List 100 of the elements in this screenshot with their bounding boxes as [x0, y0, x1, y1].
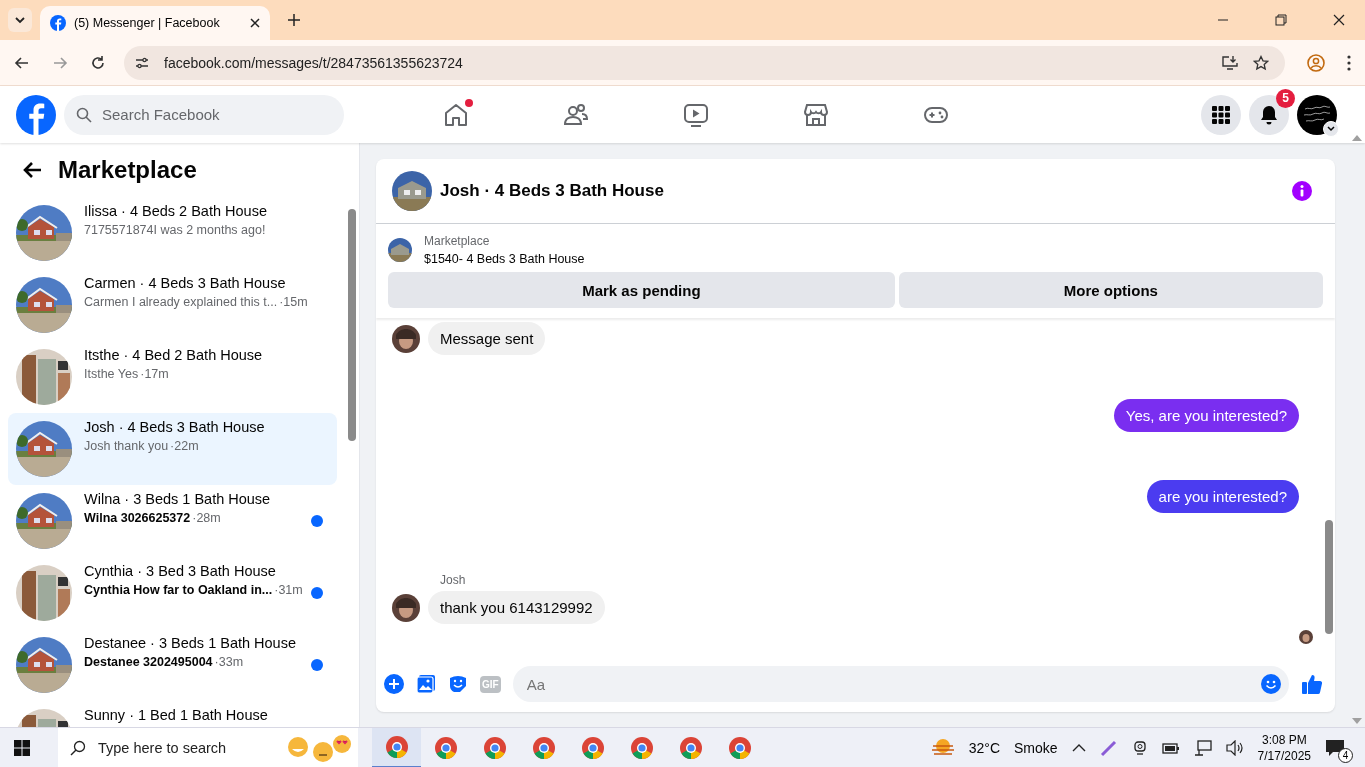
listing-action-button[interactable]: More options	[898, 272, 1323, 308]
windows-start-icon[interactable]	[14, 739, 30, 756]
restore-icon[interactable]	[1275, 14, 1287, 26]
message-time: ·28m	[192, 511, 221, 525]
tab-title: (5) Messenger | Facebook	[74, 16, 221, 30]
message-time: ·15m	[279, 295, 308, 309]
chat-title: Josh · 4 Beds 3 Bath House	[440, 181, 664, 201]
conversation-title: Cynthia · 3 Bed 3 Bath House	[84, 563, 277, 579]
message-preview: 7175571874I was 2 months ago!	[84, 223, 266, 237]
message-time: ·31m	[274, 583, 303, 597]
notification-badge: 5	[1276, 88, 1295, 108]
conversation-item[interactable]: Itsthe · 4 Bed 2 Bath House Itsthe Yes ·17m	[8, 341, 337, 413]
weather-icon	[930, 737, 955, 758]
caret-icon	[14, 14, 26, 26]
people-icon	[563, 101, 589, 128]
home-icon	[443, 101, 469, 128]
message-time: ·17m	[140, 367, 169, 381]
speaker-icon[interactable]	[1225, 739, 1244, 756]
close-icon[interactable]	[250, 18, 260, 28]
message-bubble: thank you 6143129992	[428, 591, 605, 624]
sticker-icon[interactable]	[448, 674, 468, 694]
message-preview: Cynthia How far to Oakland in...	[84, 583, 273, 597]
grid-icon	[1211, 104, 1231, 125]
network-icon[interactable]	[1193, 739, 1212, 756]
bell-icon	[1259, 104, 1279, 125]
back-icon[interactable]	[22, 161, 42, 179]
listing-action-button[interactable]: Mark as pending	[388, 272, 895, 308]
info-icon[interactable]	[1291, 180, 1313, 202]
facebook-icon	[50, 15, 66, 31]
message-bubble: Yes, are you interested?	[1113, 399, 1299, 432]
message-bubble: are you interested?	[1146, 480, 1299, 513]
chevron-up-icon[interactable]	[1071, 742, 1086, 753]
battery-icon[interactable]	[1161, 740, 1180, 755]
close-icon[interactable]	[1333, 14, 1345, 26]
thumbs-up-icon[interactable]	[1301, 673, 1323, 695]
listing-name: $1540- 4 Beds 3 Bath House	[424, 252, 585, 266]
conversation-title: Itsthe · 4 Bed 2 Bath House	[84, 347, 264, 363]
conversation-title: Carmen · 4 Beds 3 Bath House	[84, 275, 287, 291]
weather-temperature: 32°C	[968, 739, 1001, 756]
menu-icon[interactable]	[1347, 54, 1351, 71]
menu-button[interactable]	[1201, 94, 1241, 135]
forward-icon[interactable]	[52, 54, 68, 71]
avatar-drawing	[1297, 94, 1337, 135]
date-text: 7/17/2025	[1257, 748, 1311, 763]
notification-center-button[interactable]: 4	[1325, 732, 1351, 763]
conversation-title: Destanee · 3 Beds 1 Bath House	[84, 635, 297, 651]
clock[interactable]: 3:08 PM 7/17/2025	[1257, 732, 1311, 763]
new-tab-icon[interactable]	[288, 14, 300, 26]
pen-icon[interactable]	[1099, 738, 1118, 757]
back-icon[interactable]	[14, 54, 30, 71]
image-icon[interactable]	[416, 674, 436, 694]
sender-name: Josh	[440, 573, 467, 587]
message-preview: Wilna 3026625372	[84, 511, 191, 525]
conversation-item[interactable]: Ilissa · 4 Beds 2 Bath House 7175571874I was 2 months ago!	[8, 197, 337, 269]
unread-dot	[311, 515, 323, 527]
message-bubble: Message sent	[428, 322, 546, 355]
conversation-item[interactable]: Josh · 4 Beds 3 Bath House Josh thank you ·22m	[8, 413, 337, 485]
account-button[interactable]	[1297, 94, 1337, 135]
message-preview: Josh thank you	[84, 439, 169, 453]
sidebar-title: Marketplace	[58, 156, 197, 184]
star-icon[interactable]	[1253, 54, 1269, 71]
weather-condition: Smoke	[1014, 739, 1058, 756]
message-time: ·22m	[170, 439, 199, 453]
listing-label: Marketplace	[424, 234, 491, 248]
browser-tab[interactable]: (5) Messenger | Facebook	[40, 6, 270, 40]
notifications-button[interactable]	[1249, 94, 1289, 135]
profile-icon[interactable]	[1307, 53, 1325, 72]
message-preview: Destanee 3202495004	[84, 655, 213, 669]
unread-dot	[311, 659, 323, 671]
search-box[interactable]: Search Facebook	[64, 94, 344, 135]
address-field[interactable]: facebook.com/messages/t/28473561355623724	[124, 45, 1285, 80]
camera-icon[interactable]	[1131, 739, 1148, 756]
conversation-item[interactable]: Wilna · 3 Beds 1 Bath House Wilna 3026625372 ·28m	[8, 485, 337, 557]
emoji-icon[interactable]	[1261, 674, 1281, 694]
conversation-title: Ilissa · 4 Beds 2 Bath House	[84, 203, 268, 219]
message-time: ·33m	[214, 655, 244, 669]
conversation-title: Wilna · 3 Beds 1 Bath House	[84, 491, 272, 507]
taskbar-search-field[interactable]: Type here to search	[96, 726, 276, 767]
install-icon[interactable]	[1221, 54, 1239, 71]
conversation-item[interactable]: Carmen · 4 Beds 3 Bath House Carmen I already explained this t... ·15m	[8, 269, 337, 341]
search-icon	[70, 739, 86, 756]
emoji-drawing	[286, 732, 352, 763]
search-icon	[76, 106, 92, 123]
reload-icon[interactable]	[90, 54, 106, 71]
scroll-up-icon[interactable]	[1352, 135, 1362, 141]
plus-icon[interactable]	[384, 674, 404, 694]
facebook-logo[interactable]	[16, 94, 56, 135]
message-preview: Carmen I already explained this t...	[84, 295, 278, 309]
taskbar-search-box[interactable]: Type here to search	[58, 727, 358, 767]
unread-dot	[311, 587, 323, 599]
conversation-item[interactable]: Cynthia · 3 Bed 3 Bath House Cynthia How far to Oakland in... ·31m	[8, 557, 337, 629]
chrome-icon[interactable]	[372, 727, 421, 767]
time-text: 3:08 PM	[1261, 732, 1307, 747]
message-preview: Itsthe Yes	[84, 367, 139, 381]
search-field[interactable]: Search Facebook	[100, 93, 332, 136]
conversation-title: Josh · 4 Beds 3 Bath House	[84, 419, 266, 435]
conversation-item[interactable]: Destanee · 3 Beds 1 Bath House Destanee 3202495004 ·33m	[8, 629, 337, 701]
video-icon	[683, 101, 709, 128]
tab-search-button[interactable]	[8, 8, 32, 32]
store-icon	[803, 101, 829, 128]
